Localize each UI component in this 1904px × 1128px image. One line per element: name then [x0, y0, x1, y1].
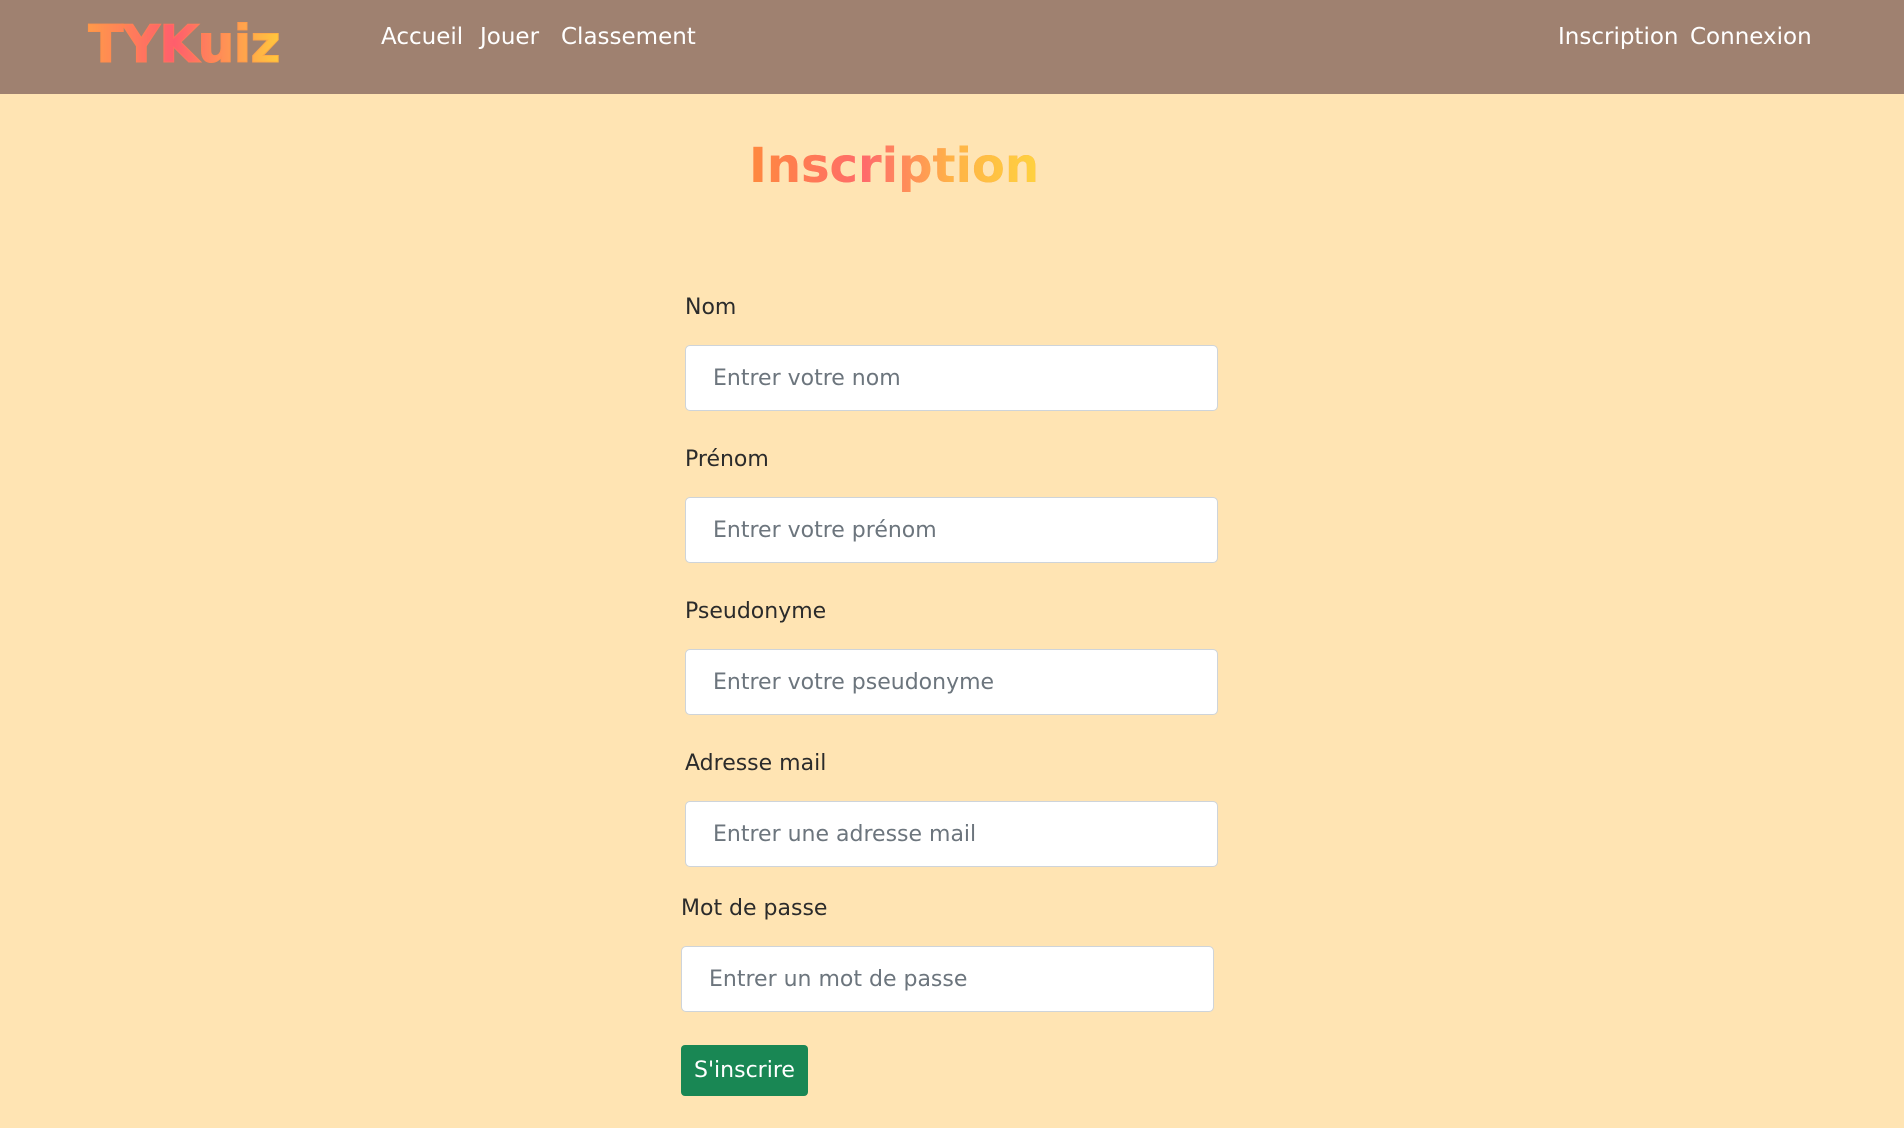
password-label: Mot de passe — [681, 896, 828, 921]
nav-link-accueil[interactable]: Accueil — [381, 22, 463, 52]
brand-logo[interactable]: TYKuiz — [88, 14, 282, 76]
email-label: Adresse mail — [685, 751, 827, 776]
nav-link-connexion[interactable]: Connexion — [1690, 22, 1812, 52]
register-submit-button[interactable]: S'inscrire — [681, 1045, 808, 1096]
page-title: Inscription — [0, 136, 1788, 196]
top-navbar: TYKuiz Accueil Jouer Classement Inscript… — [0, 0, 1904, 94]
prenom-input[interactable] — [685, 497, 1218, 563]
password-input[interactable] — [681, 946, 1214, 1012]
nom-label: Nom — [685, 295, 737, 320]
pseudonyme-input[interactable] — [685, 649, 1218, 715]
nav-link-classement[interactable]: Classement — [561, 22, 696, 52]
nav-link-inscription[interactable]: Inscription — [1558, 22, 1679, 52]
pseudonyme-label: Pseudonyme — [685, 599, 827, 624]
nav-link-jouer[interactable]: Jouer — [480, 22, 539, 52]
prenom-label: Prénom — [685, 447, 769, 472]
nom-input[interactable] — [685, 345, 1218, 411]
page-title-text: Inscription — [748, 138, 1040, 194]
email-input[interactable] — [685, 801, 1218, 867]
